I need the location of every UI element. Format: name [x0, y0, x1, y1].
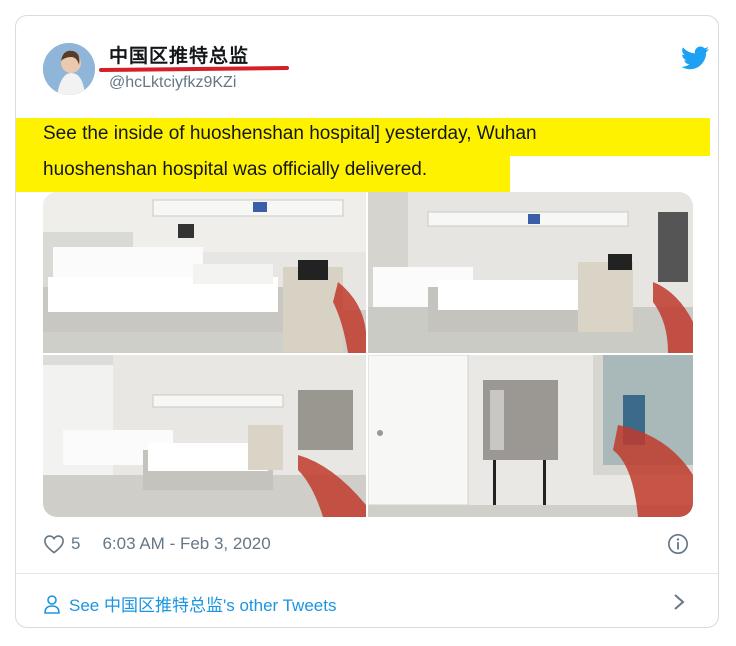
hospital-photo-cabinet-door[interactable] — [368, 355, 693, 517]
info-icon[interactable] — [667, 533, 689, 555]
avatar[interactable] — [43, 43, 95, 95]
display-name[interactable]: 中国区推特总监 — [109, 41, 249, 68]
embedded-tweet-card: 中国区推特总监 @hcLktciyfkz9KZi See the inside … — [15, 15, 719, 628]
photo-grid — [43, 192, 693, 517]
timestamp[interactable]: 6:03 AM - Feb 3, 2020 — [102, 534, 270, 554]
name-underline-mark — [98, 66, 290, 72]
handle[interactable]: @hcLktciyfkz9KZi — [109, 74, 236, 92]
twitter-bird-icon[interactable] — [681, 46, 709, 70]
tweet-meta: 5 6:03 AM - Feb 3, 2020 — [43, 534, 271, 554]
other-tweets-link[interactable]: See 中国区推特总监's other Tweets — [43, 591, 336, 616]
like-count[interactable]: 5 — [71, 534, 80, 554]
hospital-photo-ward-bottom-left[interactable] — [43, 355, 366, 517]
divider — [16, 573, 718, 574]
chevron-right-icon[interactable] — [672, 592, 686, 612]
tweet-text-line-1: See the inside of huoshenshan hospital] … — [43, 123, 537, 144]
person-icon — [44, 594, 60, 614]
other-tweets-label[interactable]: See 中国区推特总监's other Tweets — [69, 591, 336, 616]
tweet-text-line-2: huoshenshan hospital was officially deli… — [43, 159, 428, 180]
hospital-photo-ward-right[interactable] — [368, 192, 693, 353]
heart-icon[interactable] — [43, 534, 65, 554]
hospital-photo-ward-left[interactable] — [43, 192, 366, 353]
